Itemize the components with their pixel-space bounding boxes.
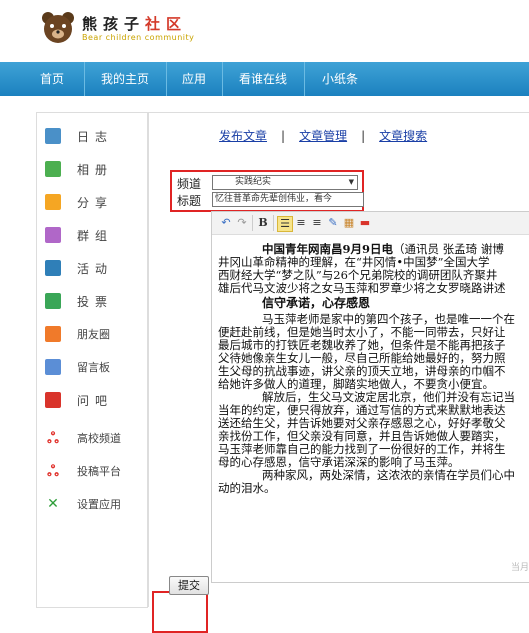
message-board-icon: [45, 359, 61, 375]
sidebar-item-message-board[interactable]: 留言板: [37, 354, 147, 381]
site-logo[interactable]: 熊孩子社区 Bear children community: [40, 10, 210, 48]
submit-highlight: [152, 591, 208, 633]
align-center-icon[interactable]: ≡: [295, 216, 307, 230]
sidebar-item-label: 高校频道: [77, 432, 121, 445]
channel-label: 频道: [177, 177, 202, 191]
nav-divider: [222, 62, 223, 96]
table-icon[interactable]: ▦: [343, 216, 355, 230]
event-icon: [45, 260, 61, 276]
nav-home[interactable]: 首页: [30, 62, 74, 96]
title-input[interactable]: 忆往昔革命先辈创伟业，看今: [212, 192, 364, 207]
site-name-accent: 社区: [145, 15, 188, 33]
article-dateline: 中国青年网南昌9月9日电: [262, 242, 394, 256]
nav-divider: [84, 62, 85, 96]
sidebar-item-friends[interactable]: 朋友圈: [37, 321, 147, 348]
article-line: 动的泪水。: [218, 481, 276, 495]
article-line-text: （通讯员 张孟琦 谢博: [393, 242, 504, 256]
nav-notes[interactable]: 小纸条: [314, 62, 366, 96]
site-subtitle: Bear children community: [82, 33, 195, 42]
submission-icon: ஃ: [45, 463, 61, 479]
bold-button[interactable]: B: [257, 216, 269, 230]
search-articles-link[interactable]: 文章搜索: [379, 129, 427, 143]
sidebar-item-question[interactable]: 问吧: [37, 387, 147, 414]
app-sidebar: 日志 相册 分享 群组 活动 投票 朋友圈 留言板 问吧 ஃ 高校频道 ஃ 投稿…: [36, 112, 148, 608]
manage-articles-link[interactable]: 文章管理: [299, 129, 347, 143]
article-line: 雄后代马文波少将之女马玉萍和罗章少将之女罗晓路讲述: [218, 281, 506, 295]
image-icon[interactable]: ▬: [359, 216, 371, 230]
link-separator: |: [361, 129, 366, 143]
title-label: 标题: [177, 194, 202, 208]
undo-icon[interactable]: ↶: [220, 216, 232, 230]
sidebar-item-label: 留言板: [77, 361, 110, 374]
nav-divider: [304, 62, 305, 96]
link-separator: |: [281, 129, 286, 143]
site-name-main: 熊孩子: [82, 15, 146, 33]
sidebar-item-label: 分享: [77, 196, 114, 210]
sidebar-item-label: 朋友圈: [77, 328, 110, 341]
site-header: 熊孩子社区 Bear children community: [0, 0, 529, 62]
sidebar-item-label: 日志: [77, 130, 114, 144]
dropdown-arrow-icon: ▼: [348, 178, 354, 186]
align-left-icon[interactable]: ☰: [277, 216, 293, 232]
sidebar-item-share[interactable]: 分享: [37, 189, 147, 216]
link-icon[interactable]: ✎: [327, 216, 339, 230]
bear-logo-icon: [42, 12, 74, 43]
sidebar-item-group[interactable]: 群组: [37, 222, 147, 249]
sidebar-item-label: 设置应用: [77, 498, 121, 511]
article-body: 中国青年网南昌9月9日电（通讯员 张孟琦 谢博 井冈山革命精神的理解，在“井冈情•…: [218, 243, 529, 495]
blog-icon: [45, 128, 61, 144]
album-icon: [45, 161, 61, 177]
rich-text-editor[interactable]: ↶ ↷ B ☰ ≡ ≡ ✎ ▦ ▬ 中国青年网南昌9月9日电（通讯员 张孟琦 谢…: [211, 211, 529, 583]
editor-toolbar: ↶ ↷ B ☰ ≡ ≡ ✎ ▦ ▬: [212, 212, 529, 235]
sidebar-item-submission[interactable]: ஃ 投稿平台: [37, 458, 147, 485]
submit-button[interactable]: 提交: [169, 576, 209, 595]
sidebar-item-album[interactable]: 相册: [37, 156, 147, 183]
sidebar-item-event[interactable]: 活动: [37, 255, 147, 282]
friends-icon: [45, 326, 61, 342]
sidebar-item-label: 问吧: [77, 394, 114, 408]
article-links: 发布文章 | 文章管理 | 文章搜索: [219, 127, 427, 144]
sidebar-item-label: 投票: [77, 295, 114, 309]
toolbar-divider: [273, 215, 274, 231]
vote-icon: [45, 293, 61, 309]
sidebar-item-blog[interactable]: 日志: [37, 123, 147, 150]
main-content: 发布文章 | 文章管理 | 文章搜索 频道 实践纪实 ▼ 标题 忆往昔革命先辈创伟业，看…: [148, 112, 529, 633]
settings-app-icon: ✕: [45, 496, 61, 512]
align-right-icon[interactable]: ≡: [311, 216, 323, 230]
sidebar-item-label: 相册: [77, 163, 114, 177]
question-icon: [45, 392, 61, 408]
channel-select-value: 实践纪实: [235, 177, 272, 187]
sidebar-item-vote[interactable]: 投票: [37, 288, 147, 315]
channel-title-highlight: 频道 实践纪实 ▼ 标题 忆往昔革命先辈创伟业，看今: [170, 170, 364, 212]
publish-article-link[interactable]: 发布文章: [219, 129, 267, 143]
sidebar-item-settings-app[interactable]: ✕ 设置应用: [37, 491, 147, 518]
site-name: 熊孩子社区: [82, 13, 187, 34]
article-heading: 信守承诺，心存感恩: [262, 296, 371, 310]
college-channel-icon: ஃ: [45, 430, 61, 446]
nav-my-homepage[interactable]: 我的主页: [92, 62, 158, 96]
sidebar-item-label: 活动: [77, 262, 114, 276]
sidebar-item-label: 群组: [77, 229, 114, 243]
sidebar-item-college-channel[interactable]: ஃ 高校频道: [37, 425, 147, 452]
toolbar-divider: [252, 215, 253, 231]
share-icon: [45, 194, 61, 210]
main-nav: 首页 我的主页 应用 看谁在线 小纸条: [0, 62, 529, 96]
nav-online[interactable]: 看谁在线: [230, 62, 296, 96]
group-icon: [45, 227, 61, 243]
editor-watermark: 当月: [511, 563, 529, 573]
sidebar-item-label: 投稿平台: [77, 465, 121, 478]
channel-select[interactable]: 实践纪实 ▼: [212, 175, 358, 190]
nav-apps[interactable]: 应用: [174, 62, 214, 96]
redo-icon[interactable]: ↷: [236, 216, 248, 230]
nav-divider: [166, 62, 167, 96]
